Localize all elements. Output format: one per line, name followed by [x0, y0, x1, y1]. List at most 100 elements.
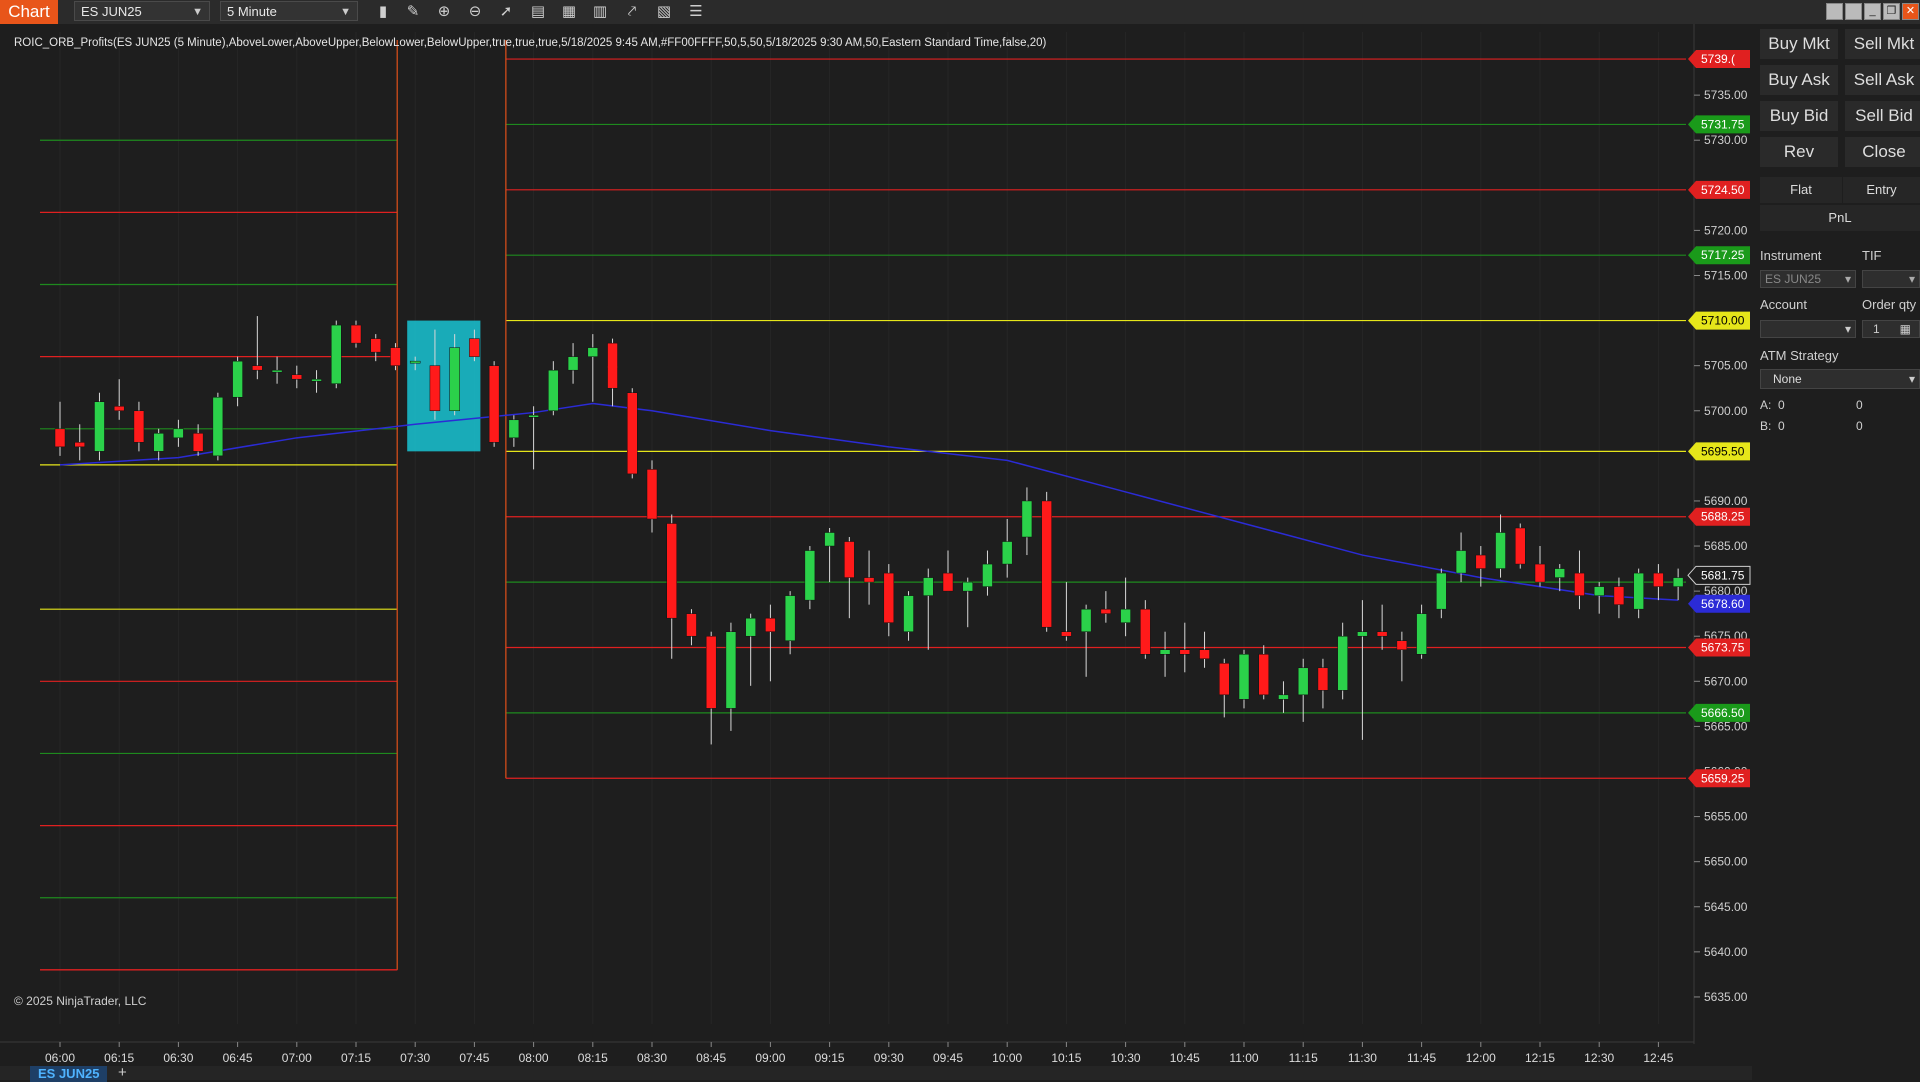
pointer-icon[interactable]: ➚: [496, 2, 516, 22]
candle-up: [449, 347, 460, 412]
candle-up: [1021, 500, 1033, 538]
candle-up: [1297, 667, 1309, 696]
x-axis-tick-label: 07:30: [400, 1051, 430, 1065]
instrument-field[interactable]: ES JUN25 ▾: [1760, 270, 1856, 288]
data-box-icon[interactable]: ▤: [528, 2, 548, 22]
candle-up: [508, 419, 520, 439]
y-axis-tick-label: 5635.00: [1704, 990, 1748, 1004]
candle-up: [1633, 572, 1644, 610]
x-axis-tick-label: 10:15: [1051, 1051, 1081, 1065]
close-icon[interactable]: ✕: [1902, 3, 1919, 20]
x-axis-tick-label: 09:15: [815, 1051, 845, 1065]
candle-down: [1258, 654, 1269, 696]
tab-flat[interactable]: Flat: [1760, 177, 1842, 203]
zoom-in-icon[interactable]: ⊕: [434, 2, 454, 22]
chart-area[interactable]: 5735.005730.005725.005720.005715.005710.…: [0, 24, 1752, 1080]
sell-ask-button[interactable]: Sell Ask: [1845, 65, 1920, 95]
candle-down: [1574, 572, 1585, 596]
strategies-icon[interactable]: ⤤: [622, 2, 642, 22]
zoom-out-icon[interactable]: ⊖: [465, 2, 485, 22]
candle-up: [1416, 613, 1427, 655]
buy-market-button[interactable]: Buy Mkt: [1760, 29, 1838, 59]
y-axis-tick-label: 5655.00: [1704, 810, 1748, 824]
candle-up: [962, 581, 973, 592]
x-axis-tick-label: 10:00: [992, 1051, 1022, 1065]
indicators-icon[interactable]: ▥: [590, 2, 610, 22]
instrument-select[interactable]: ES JUN25 ▼: [74, 1, 210, 21]
tab-entry[interactable]: Entry: [1843, 177, 1920, 203]
y-axis-tick-label: 5685.00: [1704, 539, 1748, 553]
account-select[interactable]: ▾: [1760, 320, 1856, 338]
x-axis-tick-label: 09:30: [874, 1051, 904, 1065]
candle-down: [863, 577, 875, 583]
close-position-button[interactable]: Close: [1845, 137, 1920, 167]
y-axis-tick-label: 5730.00: [1704, 133, 1748, 147]
x-axis-tick-label: 06:00: [45, 1051, 75, 1065]
price-marker-label: 5717.25: [1701, 248, 1745, 262]
qty-grid-icon[interactable]: ▦: [1900, 321, 1911, 337]
tif-select[interactable]: ▾: [1862, 270, 1920, 288]
interval-select[interactable]: 5 Minute ▼: [220, 1, 358, 21]
candle-up: [1436, 572, 1447, 610]
candle-up: [1159, 649, 1171, 655]
x-axis-tick-label: 07:00: [282, 1051, 312, 1065]
candle-up: [153, 433, 164, 452]
instrument-field-value: ES JUN25: [1765, 272, 1822, 286]
candle-up: [173, 428, 184, 439]
candle-up: [1238, 654, 1250, 700]
candle-down: [192, 433, 204, 452]
buy-ask-button[interactable]: Buy Ask: [1760, 65, 1838, 95]
order-qty-input[interactable]: 1 ▦: [1862, 320, 1920, 338]
price-marker-label: 5681.75: [1701, 568, 1745, 582]
chevron-down-icon: ▾: [1908, 272, 1915, 286]
y-axis-tick-label: 5705.00: [1704, 359, 1748, 373]
candle-up: [1120, 608, 1131, 623]
candle-down: [765, 617, 776, 632]
minimize-icon[interactable]: _: [1864, 3, 1881, 20]
bar-chart-icon[interactable]: ▮: [373, 2, 393, 22]
candle-up: [548, 369, 559, 412]
y-axis-tick-label: 5640.00: [1704, 945, 1748, 959]
x-axis-tick-label: 12:45: [1643, 1051, 1673, 1065]
candle-down: [429, 365, 441, 412]
order-qty-value: 1: [1873, 322, 1880, 336]
x-axis-tick-label: 08:00: [519, 1051, 549, 1065]
price-marker-label: 5739.(: [1701, 52, 1735, 66]
templates-icon[interactable]: ▧: [654, 2, 674, 22]
candle-down: [54, 428, 66, 448]
chart-background: [0, 24, 1752, 1080]
add-tab-button[interactable]: +: [118, 1064, 127, 1081]
candle-down: [1475, 554, 1487, 569]
candle-up: [745, 617, 756, 637]
chart-tab-bar: [0, 1066, 1752, 1080]
sell-bid-button[interactable]: Sell Bid: [1845, 101, 1920, 131]
indicator-label: ROIC_ORB_Profits(ES JUN25 (5 Minute),Abo…: [14, 37, 1047, 49]
x-axis-tick-label: 12:00: [1466, 1051, 1496, 1065]
chart-canvas[interactable]: 5735.005730.005725.005720.005715.005710.…: [0, 24, 1752, 1080]
properties-icon[interactable]: ▦: [559, 2, 579, 22]
x-axis-tick-label: 09:45: [933, 1051, 963, 1065]
copyright-text: © 2025 NinjaTrader, LLC: [14, 994, 147, 1008]
candle-down: [666, 523, 677, 619]
reverse-button[interactable]: Rev: [1760, 137, 1838, 167]
pencil-icon[interactable]: ✎: [403, 2, 423, 22]
interval-select-value: 5 Minute: [227, 4, 277, 19]
list-icon[interactable]: ☰: [686, 2, 706, 22]
cascade-icon[interactable]: [1845, 3, 1862, 20]
y-axis-tick-label: 5700.00: [1704, 404, 1748, 418]
candle-up: [784, 595, 796, 641]
candle-down: [844, 541, 855, 578]
a-value-2: 0: [1856, 398, 1863, 412]
buy-bid-button[interactable]: Buy Bid: [1760, 101, 1838, 131]
x-axis-tick-label: 11:15: [1289, 1051, 1318, 1065]
x-axis-tick-label: 07:15: [341, 1051, 371, 1065]
candle-up: [409, 360, 421, 364]
restore-icon[interactable]: ❐: [1883, 3, 1900, 20]
sell-market-button[interactable]: Sell Mkt: [1845, 29, 1920, 59]
y-axis-tick-label: 5720.00: [1704, 223, 1748, 237]
candle-down: [1317, 667, 1329, 691]
candle-up: [1495, 532, 1506, 569]
tile-icon[interactable]: [1826, 3, 1843, 20]
atm-strategy-select[interactable]: None ▾: [1760, 369, 1920, 389]
app-title[interactable]: Chart: [0, 0, 58, 24]
